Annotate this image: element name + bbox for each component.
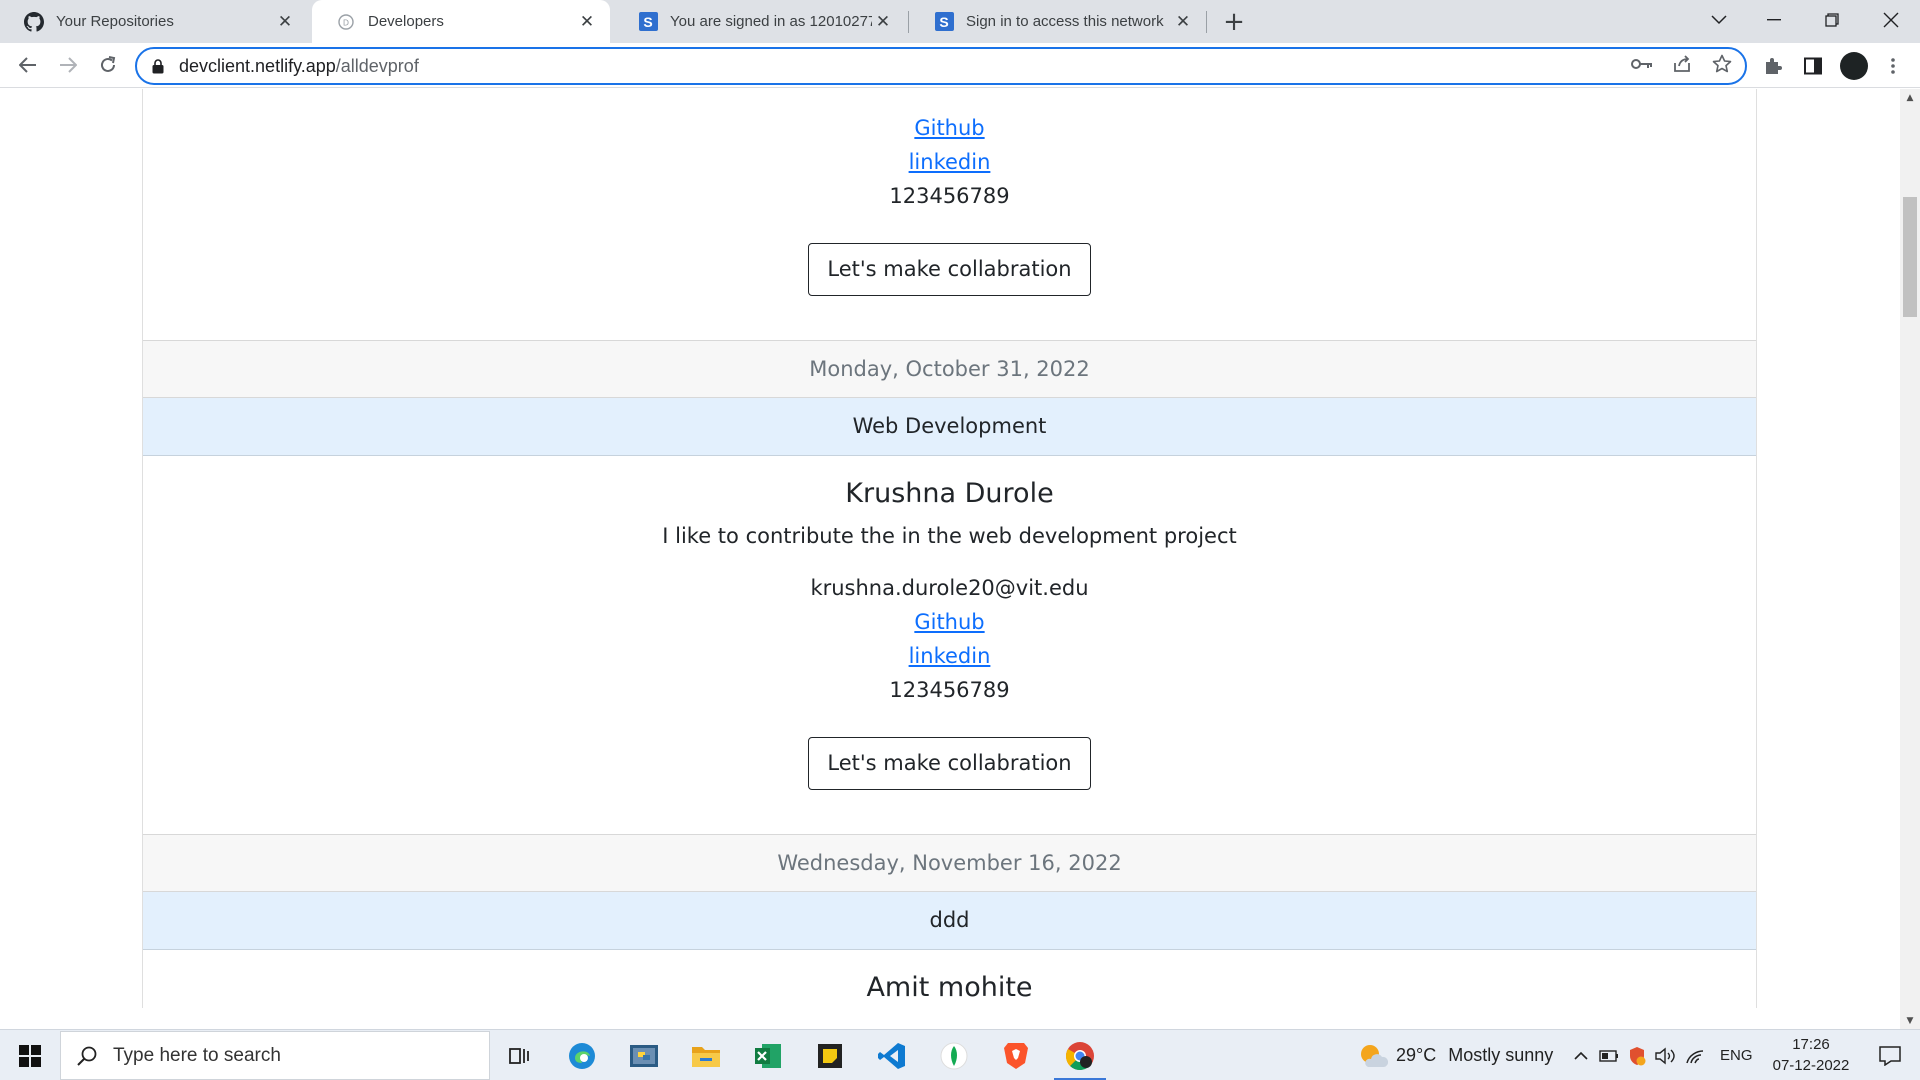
system-tray-icons: ENG: [1570, 1030, 1753, 1080]
minimize-icon[interactable]: [1745, 0, 1803, 40]
card-category-header: ddd: [143, 892, 1756, 950]
tab-title: You are signed in as 12010277: [670, 13, 872, 30]
file-explorer-icon[interactable]: [676, 1030, 736, 1080]
forward-arrow-icon[interactable]: [52, 49, 84, 81]
developer-name: Amit mohite: [866, 972, 1033, 1003]
python-ide-icon[interactable]: [614, 1030, 674, 1080]
clock-time: 17:26: [1792, 1036, 1830, 1053]
scrollbar-thumb[interactable]: [1903, 197, 1917, 317]
developer-card-body: Github linkedin 123456789 Let's make col…: [143, 89, 1756, 340]
collaboration-button[interactable]: Let's make collabration: [808, 243, 1091, 296]
tab-strip: Your Repositories ✕ D Developers ✕ S You…: [0, 0, 1920, 43]
developer-card-list: Github linkedin 123456789 Let's make col…: [142, 89, 1757, 1008]
developer-email: krushna.durole20@vit.edu: [810, 576, 1089, 600]
collaboration-button[interactable]: Let's make collabration: [808, 737, 1091, 790]
browser-toolbar: devclient.netlify.app/alldevprof: [0, 43, 1920, 88]
svg-text:D: D: [343, 18, 349, 27]
github-link[interactable]: Github: [914, 610, 984, 634]
sticky-notes-icon[interactable]: [800, 1030, 860, 1080]
language-indicator[interactable]: ENG: [1720, 1047, 1753, 1064]
tab-your-repositories[interactable]: Your Repositories ✕: [0, 0, 308, 43]
s-favicon-icon: S: [934, 12, 954, 32]
weather-widget[interactable]: 29°C Mostly sunny: [1358, 1030, 1553, 1080]
github-icon: [24, 11, 44, 32]
developer-phone: 123456789: [889, 184, 1010, 208]
linkedin-link[interactable]: linkedin: [909, 644, 991, 668]
share-icon[interactable]: [1670, 52, 1694, 76]
linkedin-link[interactable]: linkedin: [909, 150, 991, 174]
url-text: devclient.netlify.app/alldevprof: [179, 56, 419, 77]
windows-taskbar: Type here to search 29°C Mostly sunny EN…: [0, 1029, 1920, 1080]
volume-icon[interactable]: [1650, 1047, 1680, 1065]
close-icon[interactable]: ✕: [576, 11, 598, 33]
window-close-icon[interactable]: [1862, 0, 1920, 40]
search-icon: [75, 1044, 99, 1068]
s-favicon-icon: S: [638, 12, 658, 32]
chrome-browser-icon[interactable]: [1050, 1030, 1110, 1080]
restore-icon[interactable]: [1803, 0, 1861, 40]
developer-name: Krushna Durole: [845, 478, 1054, 509]
tab-title: Sign in to access this network: [966, 13, 1164, 30]
tab-title: Your Repositories: [56, 13, 174, 30]
tab-separator: [1206, 11, 1207, 33]
wifi-icon[interactable]: [1680, 1047, 1710, 1065]
profile-avatar[interactable]: [1840, 52, 1868, 80]
reload-icon[interactable]: [92, 49, 124, 81]
notification-center-icon[interactable]: [1860, 1030, 1920, 1080]
edge-browser-icon[interactable]: [552, 1030, 612, 1080]
extensions-puzzle-icon[interactable]: [1760, 53, 1786, 79]
weather-temperature: 29°C: [1396, 1045, 1437, 1065]
back-arrow-icon[interactable]: [12, 49, 44, 81]
weather-description: Mostly sunny: [1448, 1045, 1554, 1065]
tab-sign-in-network[interactable]: S Sign in to access this network ✕: [910, 0, 1206, 43]
github-link[interactable]: Github: [914, 116, 984, 140]
close-icon[interactable]: ✕: [1172, 11, 1194, 33]
security-alert-icon[interactable]: [1624, 1045, 1650, 1067]
tab-search-chevron-icon[interactable]: [1690, 0, 1748, 40]
battery-icon[interactable]: [1594, 1049, 1624, 1063]
key-icon[interactable]: [1630, 52, 1654, 76]
clock-date: 07-12-2022: [1772, 1057, 1850, 1074]
tab-separator: [908, 11, 909, 33]
taskbar-search-box[interactable]: Type here to search: [60, 1031, 490, 1080]
task-view-icon[interactable]: [490, 1030, 550, 1080]
excel-icon[interactable]: [738, 1030, 798, 1080]
side-panel-icon[interactable]: [1800, 53, 1826, 79]
card-date-footer: Monday, October 31, 2022: [143, 340, 1756, 398]
menu-kebab-icon[interactable]: [1880, 53, 1906, 79]
card-date-footer: Wednesday, November 16, 2022: [143, 834, 1756, 892]
vertical-scrollbar[interactable]: ▲ ▼: [1900, 89, 1920, 1029]
tab-title: Developers: [368, 13, 444, 30]
chevron-up-icon[interactable]: [1570, 1051, 1592, 1060]
developer-card-body: Amit mohite: [143, 950, 1756, 1008]
scroll-down-arrow-icon[interactable]: ▼: [1900, 1012, 1920, 1029]
brave-browser-icon[interactable]: [986, 1030, 1046, 1080]
weather-sun-cloud-icon: [1358, 1043, 1388, 1069]
bookmark-star-icon[interactable]: [1710, 52, 1734, 76]
tab-developers[interactable]: D Developers ✕: [312, 0, 610, 43]
mongodb-compass-icon[interactable]: [924, 1030, 984, 1080]
system-clock[interactable]: 17:26 07-12-2022: [1765, 1034, 1857, 1076]
search-placeholder: Type here to search: [113, 1044, 281, 1066]
url-host: devclient.netlify.app: [179, 55, 336, 76]
developers-favicon-icon: D: [336, 12, 356, 32]
developer-phone: 123456789: [889, 678, 1010, 702]
vscode-icon[interactable]: [862, 1030, 922, 1080]
tab-signed-in[interactable]: S You are signed in as 12010277 ✕: [614, 0, 906, 43]
developer-card-body: Krushna Durole I like to contribute the …: [143, 456, 1756, 834]
close-icon[interactable]: ✕: [274, 11, 296, 33]
developer-description: I like to contribute the in the web deve…: [662, 524, 1237, 548]
close-icon[interactable]: ✕: [872, 11, 894, 33]
windows-start-icon[interactable]: [0, 1030, 60, 1080]
address-bar[interactable]: devclient.netlify.app/alldevprof: [135, 47, 1747, 85]
page-viewport: Github linkedin 123456789 Let's make col…: [0, 89, 1900, 1029]
new-tab-plus-icon[interactable]: +: [1220, 7, 1248, 37]
url-path: /alldevprof: [335, 55, 419, 76]
card-category-header: Web Development: [143, 398, 1756, 456]
scroll-up-arrow-icon[interactable]: ▲: [1900, 89, 1920, 106]
lock-icon[interactable]: [151, 58, 165, 74]
